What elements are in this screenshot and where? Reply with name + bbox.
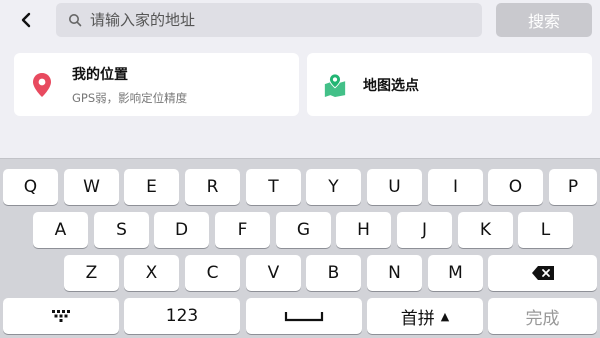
top-bar: 搜索 [0, 0, 600, 42]
key-i[interactable]: I [428, 169, 483, 205]
key-b[interactable]: B [306, 255, 361, 291]
key-o[interactable]: O [488, 169, 543, 205]
key-s[interactable]: S [94, 212, 149, 248]
key-c[interactable]: C [185, 255, 240, 291]
done-key[interactable]: 完成 [488, 298, 597, 334]
search-button[interactable]: 搜索 [496, 3, 592, 37]
my-location-card[interactable]: 我的位置 GPS弱，影响定位精度 [14, 53, 299, 116]
search-input[interactable] [90, 11, 470, 29]
space-key[interactable] [246, 298, 362, 334]
key-j[interactable]: J [397, 212, 452, 248]
key-k[interactable]: K [458, 212, 513, 248]
key-z[interactable]: Z [64, 255, 119, 291]
ime-key[interactable]: 首拼 ▲ [367, 298, 483, 334]
key-q[interactable]: Q [3, 169, 58, 205]
key-n[interactable]: N [367, 255, 422, 291]
key-r[interactable]: R [185, 169, 240, 205]
ime-label: 首拼 [400, 308, 435, 329]
key-g[interactable]: G [276, 212, 331, 248]
key-f[interactable]: F [215, 212, 270, 248]
key-h[interactable]: H [336, 212, 391, 248]
key-e[interactable]: E [124, 169, 179, 205]
key-v[interactable]: V [246, 255, 301, 291]
keyboard: Q W E R T Y U I O P A S D F G H J K L Z … [0, 158, 600, 338]
key-w[interactable]: W [64, 169, 119, 205]
backspace-key[interactable] [488, 255, 597, 291]
key-y[interactable]: Y [306, 169, 361, 205]
my-location-subtitle: GPS弱，影响定位精度 [72, 90, 188, 105]
key-d[interactable]: D [154, 212, 209, 248]
map-pick-card[interactable]: 地图选点 [307, 53, 592, 116]
search-icon [68, 13, 82, 27]
key-t[interactable]: T [246, 169, 301, 205]
keyboard-layout-icon [52, 310, 70, 322]
chevron-left-icon [21, 12, 31, 28]
key-m[interactable]: M [428, 255, 483, 291]
key-u[interactable]: U [367, 169, 422, 205]
key-x[interactable]: X [124, 255, 179, 291]
key-l[interactable]: L [518, 212, 573, 248]
my-location-text: 我的位置 GPS弱，影响定位精度 [72, 64, 187, 106]
map-pick-title: 地图选点 [363, 77, 419, 94]
numbers-key[interactable]: 123 [124, 298, 240, 334]
key-a[interactable]: A [33, 212, 88, 248]
ime-arrow: ▲ [440, 309, 450, 323]
key-p[interactable]: P [549, 169, 597, 205]
back-button[interactable] [14, 8, 38, 32]
space-icon [284, 312, 324, 322]
my-location-title: 我的位置 [72, 66, 128, 83]
search-box[interactable] [56, 3, 482, 37]
backspace-icon [531, 266, 554, 280]
done-label: 完成 [525, 308, 560, 329]
location-pin-icon [30, 71, 54, 99]
map-pin-icon [323, 71, 347, 99]
keyboard-switch-key[interactable] [3, 298, 119, 334]
